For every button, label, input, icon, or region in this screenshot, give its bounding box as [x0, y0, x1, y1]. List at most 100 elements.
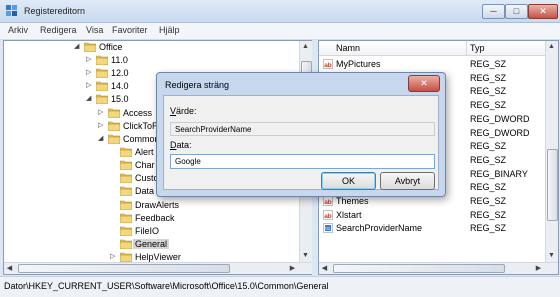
list-hscroll-thumb[interactable]: [333, 264, 505, 273]
expand-arrow-icon[interactable]: ▷: [86, 81, 94, 89]
menu-bar: Arkiv Redigera Visa Favoriter Hjälp: [0, 23, 560, 40]
tree-item-label: Alert: [135, 147, 154, 157]
tree-item-label: 15.0: [111, 94, 129, 104]
value-name: MyPictures: [336, 59, 381, 69]
tree-item-label: Office: [99, 42, 123, 52]
expand-arrow-icon[interactable]: ◢: [74, 42, 82, 50]
folder-icon: [96, 81, 108, 91]
edit-string-dialog: Redigera sträng ✕ Värde: SearchProviderN…: [156, 72, 446, 197]
folder-icon: [120, 160, 132, 170]
scroll-right-icon[interactable]: ▶: [287, 263, 298, 274]
tree-item-label: Feedback: [135, 213, 175, 223]
value-name: Themes: [336, 196, 369, 206]
folder-icon: [120, 173, 132, 183]
tree-item-label: DrawAlerts: [135, 200, 180, 210]
maximize-button[interactable]: □: [505, 4, 528, 19]
binary-value-icon: 01: [323, 223, 333, 234]
scroll-up-icon[interactable]: ▲: [300, 41, 311, 52]
value-type: REG_BINARY: [470, 168, 528, 179]
value-name-label: Värde:: [170, 106, 197, 116]
folder-icon: [120, 213, 132, 223]
close-button[interactable]: ✕: [528, 4, 558, 19]
column-name-header[interactable]: Namn: [336, 43, 360, 53]
folder-icon: [84, 42, 96, 52]
value-type: REG_SZ: [470, 209, 507, 220]
value-type: REG_DWORD: [470, 127, 530, 138]
tree-item-label: FileIO: [135, 226, 160, 236]
value-type: REG_SZ: [470, 196, 507, 206]
value-type: REG_SZ: [470, 154, 507, 165]
minimize-button[interactable]: ─: [482, 4, 505, 19]
column-divider[interactable]: [466, 41, 467, 55]
string-value-icon: ab: [323, 196, 333, 206]
tree-horizontal-scrollbar[interactable]: ◀ ▶: [4, 262, 312, 274]
scroll-down-icon[interactable]: ▼: [300, 250, 311, 261]
scroll-left-icon[interactable]: ◀: [319, 263, 330, 274]
cancel-button[interactable]: Avbryt: [380, 172, 435, 190]
folder-icon: [120, 200, 132, 210]
expand-arrow-icon[interactable]: ▷: [98, 121, 106, 129]
registry-editor-icon: [6, 5, 17, 16]
svg-text:ab: ab: [324, 199, 332, 206]
folder-icon: [108, 108, 120, 118]
expand-arrow-icon[interactable]: ◢: [86, 94, 94, 102]
value-type: REG_SZ: [470, 72, 507, 83]
list-horizontal-scrollbar[interactable]: ◀ ▶: [319, 262, 558, 274]
expand-arrow-icon[interactable]: ▷: [86, 55, 94, 63]
value-row[interactable]: 01 SearchProviderName REG_SZ: [319, 221, 549, 235]
string-value-icon: ab: [323, 209, 333, 219]
scroll-right-icon[interactable]: ▶: [533, 263, 544, 274]
list-vertical-scrollbar[interactable]: ▲ ▼: [545, 41, 558, 262]
svg-text:01: 01: [325, 226, 331, 231]
value-type: REG_SZ: [470, 100, 507, 111]
tree-item-label: Commor: [123, 134, 158, 144]
tree-item-label: ClickToR: [123, 121, 159, 131]
expand-arrow-icon[interactable]: ◢: [98, 134, 106, 142]
value-name: Xlstart: [336, 209, 362, 220]
value-type: REG_SZ: [470, 223, 507, 234]
registry-editor-window: Registereditorn ─ □ ✕ Arkiv Redigera Vis…: [0, 0, 560, 297]
scroll-down-icon[interactable]: ▼: [546, 250, 557, 261]
folder-icon: [120, 226, 132, 236]
tree-item-label: Data: [135, 186, 155, 196]
tree-item-label: 14.0: [111, 81, 129, 91]
value-data-input[interactable]: Google: [170, 154, 435, 169]
expand-arrow-icon[interactable]: ▷: [86, 68, 94, 76]
expand-arrow-icon[interactable]: ▷: [98, 108, 106, 116]
value-type: REG_DWORD: [470, 113, 530, 124]
folder-icon: [108, 121, 120, 131]
ok-button[interactable]: OK: [321, 172, 376, 190]
scroll-left-icon[interactable]: ◀: [4, 263, 15, 274]
column-type-header[interactable]: Typ: [470, 43, 485, 53]
value-type: REG_SZ: [470, 141, 507, 152]
tree-hscroll-thumb[interactable]: [18, 264, 230, 273]
folder-icon: [96, 94, 108, 104]
value-row[interactable]: ab Xlstart REG_SZ: [319, 208, 549, 222]
svg-text:ab: ab: [324, 212, 332, 219]
menu-hjalp[interactable]: Hjälp: [159, 25, 180, 35]
tree-item-label: Access: [123, 108, 153, 118]
list-header: Namn Typ: [319, 41, 558, 56]
folder-icon: [120, 186, 132, 196]
menu-arkiv[interactable]: Arkiv: [8, 25, 28, 35]
folder-icon: [96, 68, 108, 78]
scroll-up-icon[interactable]: ▲: [546, 41, 557, 52]
current-key-path: Dator\HKEY_CURRENT_USER\Software\Microso…: [4, 281, 329, 291]
menu-visa[interactable]: Visa: [86, 25, 103, 35]
string-value-icon: ab: [323, 59, 333, 69]
value-type: REG_SZ: [470, 59, 507, 69]
menu-favoriter[interactable]: Favoriter: [112, 25, 148, 35]
dialog-close-button[interactable]: ✕: [408, 75, 440, 92]
folder-icon: [108, 134, 120, 144]
tree-item-label: Custo: [135, 173, 159, 183]
folder-icon: [120, 239, 132, 249]
list-scroll-thumb[interactable]: [547, 149, 558, 221]
value-type: REG_SZ: [470, 182, 507, 193]
menu-redigera[interactable]: Redigera: [40, 25, 77, 35]
value-name-field: SearchProviderName: [170, 122, 435, 136]
value-data-label: Data:: [170, 140, 192, 150]
value-row[interactable]: ab MyPictures REG_SZ: [319, 57, 549, 71]
dialog-title: Redigera sträng: [165, 80, 230, 90]
value-name: SearchProviderName: [336, 223, 423, 234]
expand-arrow-icon[interactable]: ▷: [110, 252, 118, 260]
